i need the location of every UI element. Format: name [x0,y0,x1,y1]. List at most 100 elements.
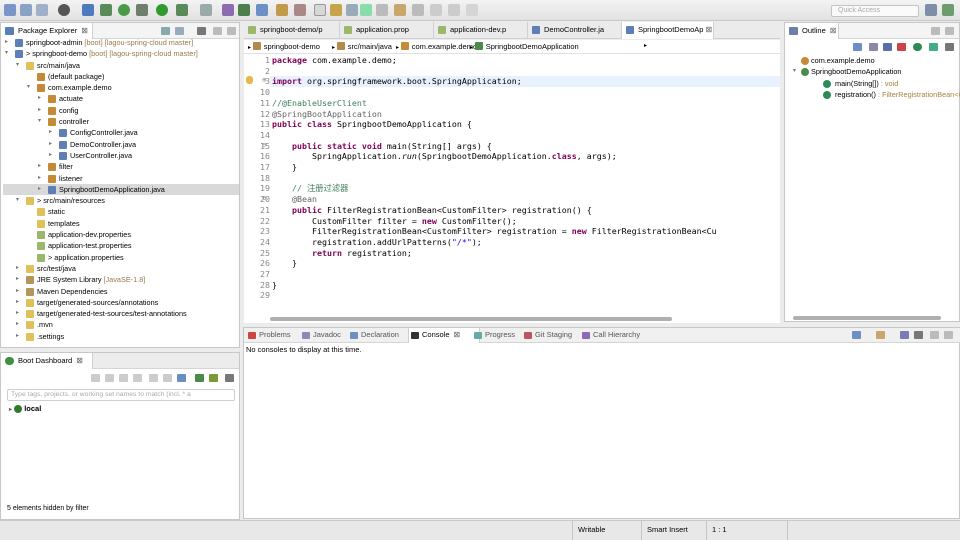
run-icon[interactable] [156,4,168,16]
minimize-icon[interactable] [930,331,939,339]
expand-twisty[interactable]: ▾ [16,60,19,71]
tab-git-staging[interactable]: Git Staging [522,328,578,343]
add-icon[interactable] [209,374,218,382]
tree-item[interactable]: ▸ UserController.java [3,150,239,161]
remote-icon[interactable] [195,374,204,382]
editor-tab[interactable]: application-dev.p [434,22,528,39]
link-editor-icon[interactable] [175,27,184,35]
expand-twisty[interactable]: ▸ [16,274,19,285]
new-java-project-icon[interactable] [222,4,234,16]
tree-item[interactable]: ▾ controller [3,116,239,127]
tab-progress[interactable]: Progress [472,328,520,343]
tree-item[interactable]: ▾ > src/main/resources [3,195,239,206]
debug-icon[interactable] [136,4,148,16]
spring-boot-icon[interactable] [118,4,130,16]
fold-marker-icon[interactable]: ⊖ [262,194,266,202]
editor-tab[interactable]: springboot-demo/p [244,22,340,39]
code-editor[interactable]: 1 package com.example.demo; 2 3 ⊕ import org.… [244,54,780,318]
close-icon[interactable]: ⊠ [76,356,83,365]
hide-nonpublic-icon[interactable] [913,43,922,51]
tree-item[interactable]: ▸ src/test/java [3,263,239,274]
outline-item[interactable]: com.example.demo [789,55,959,66]
expand-twisty[interactable]: ▾ [38,116,41,127]
expand-twisty[interactable]: ▾ [16,195,19,206]
breadcrumb-item[interactable]: ▸ src/main/java [332,40,392,55]
next-annotation-icon[interactable] [376,4,388,16]
hide-local-types-icon[interactable] [929,43,938,51]
expand-twisty[interactable]: ▸ [49,127,52,138]
java-perspective-icon[interactable] [942,4,954,16]
filter-input[interactable]: Type tags, projects, or working set name… [7,389,235,401]
pin-console-icon[interactable] [900,331,909,339]
tree-item[interactable]: static [3,206,239,217]
editor-tab[interactable]: SpringbootDemoAp ⊠ [622,22,714,39]
expand-twisty[interactable]: ▸ [16,308,19,319]
open-type-icon[interactable] [276,4,288,16]
lightbulb-icon[interactable] [246,76,253,84]
expand-twisty[interactable]: ▸ [38,184,41,195]
expand-twisty[interactable]: ▸ [9,407,12,413]
console-icon[interactable] [149,374,158,382]
save-icon[interactable] [20,4,32,16]
console-display-icon[interactable] [852,331,861,339]
tree-item[interactable]: ▸ SpringbootDemoApplication.java [3,183,239,196]
horizontal-scrollbar[interactable] [270,317,672,321]
tab-console[interactable]: Console ⊠ [408,328,480,343]
tab-javadoc[interactable]: Javadoc [300,328,346,343]
editor-tab[interactable]: DemoController.ja [528,22,622,39]
expand-twisty[interactable]: ▸ [16,263,19,274]
view-menu-icon[interactable] [914,331,923,339]
tree-item[interactable]: ▸ springboot-admin [boot] [lagou-spring-c… [3,37,239,48]
tree-item[interactable]: ▸ .settings [3,331,239,342]
collapse-icon[interactable] [853,43,862,51]
expand-twisty[interactable]: ▸ [38,173,41,184]
new-class-icon[interactable] [256,4,268,16]
sort-icon[interactable] [869,43,878,51]
tree-item[interactable]: ▸ Maven Dependencies [3,286,239,297]
back-icon[interactable] [430,4,442,16]
close-icon[interactable]: ⊠ [705,25,712,34]
terminal-icon[interactable] [82,4,94,16]
tree-item[interactable]: ▸ .mvn [3,319,239,330]
close-icon[interactable]: ⊠ [454,330,461,339]
hide-static-icon[interactable] [897,43,906,51]
external-tools-icon[interactable] [200,4,212,16]
expand-twisty[interactable]: ▸ [38,105,41,116]
tab-declaration[interactable]: Declaration [348,328,406,343]
quick-access-input[interactable]: Quick Access [831,5,919,17]
tree-item[interactable]: (default package) [3,71,239,82]
tree-item[interactable]: ▸ target/generated-sources/annotations [3,297,239,308]
new-spring-icon[interactable] [238,4,250,16]
boot-dashboard-tab[interactable]: Boot Dashboard ⊠ [1,353,93,369]
tree-item[interactable]: application-test.properties [3,240,239,251]
view-menu-icon[interactable] [197,27,206,35]
user-icon[interactable] [58,4,70,16]
open-console-icon[interactable] [876,331,885,339]
outline-scrollbar[interactable] [793,316,941,320]
maximize-icon[interactable] [227,27,236,35]
breadcrumb-item[interactable]: ▸ com.example.demo [396,40,477,55]
tree-item[interactable]: ▸ DemoController.java [3,139,239,150]
tree-item[interactable]: ▸ ConfigController.java [3,127,239,138]
save-all-icon[interactable] [36,4,48,16]
expand-twisty[interactable]: ▾ [5,48,8,59]
coverage-icon[interactable] [176,4,188,16]
tree-item[interactable]: ▸ listener [3,173,239,184]
highlight-icon[interactable] [330,4,342,16]
stop-icon[interactable] [119,374,128,382]
whitespace-icon[interactable] [360,4,372,16]
search-icon[interactable] [294,4,306,16]
tab-problems[interactable]: Problems [246,328,298,343]
outline-tab[interactable]: Outline ⊠ [785,23,839,39]
open-browser-icon[interactable] [133,374,142,382]
tree-item[interactable]: ▸ actuate [3,93,239,104]
outline-item[interactable]: ▾ SpringbootDemoApplication [789,66,959,77]
maximize-icon[interactable] [944,331,953,339]
new-icon[interactable] [4,4,16,16]
tree-item[interactable]: > application.properties [3,252,239,263]
skip-breakpoints-icon[interactable] [100,4,112,16]
outline-item[interactable]: main(String[]) : void [789,78,959,89]
prev-annotation-icon[interactable] [394,4,406,16]
expand-twisty[interactable]: ▸ [16,331,19,342]
hide-fields-icon[interactable] [883,43,892,51]
